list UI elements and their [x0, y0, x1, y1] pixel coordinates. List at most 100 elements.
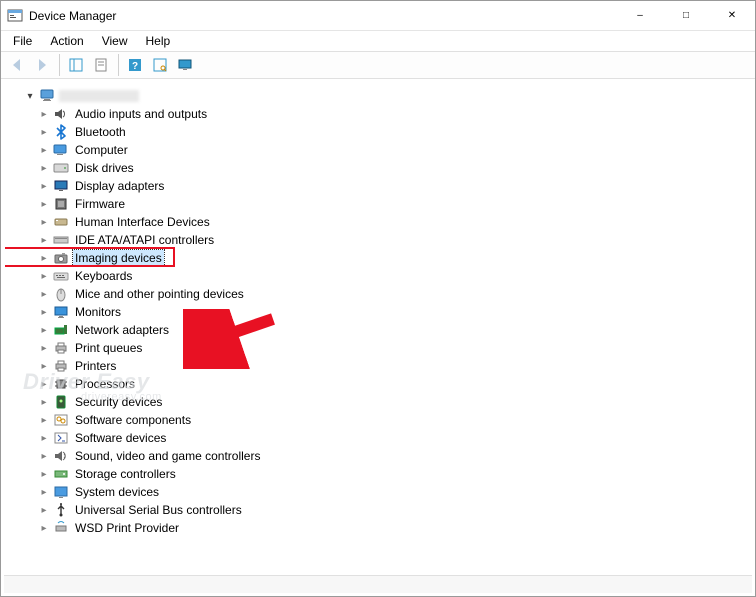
printer-icon — [53, 340, 69, 356]
mouse-icon — [53, 286, 69, 302]
security-icon — [53, 394, 69, 410]
expand-arrow-icon[interactable] — [37, 379, 51, 390]
tree-item-label: Keyboards — [73, 268, 134, 284]
toolbar-monitor-button[interactable] — [173, 54, 197, 76]
tree-item[interactable]: Disk drives — [9, 159, 751, 177]
tree-item[interactable]: WSD Print Provider — [9, 519, 751, 537]
expand-arrow-icon[interactable] — [37, 289, 51, 300]
softcomp-icon — [53, 412, 69, 428]
expand-arrow-icon[interactable] — [37, 307, 51, 318]
network-icon — [53, 322, 69, 338]
close-button[interactable]: ✕ — [709, 1, 755, 30]
menu-help[interactable]: Help — [138, 32, 179, 50]
tree-item-label: Firmware — [73, 196, 127, 212]
tree-item-label: Software devices — [73, 430, 168, 446]
expand-arrow-icon[interactable] — [23, 91, 37, 102]
display-icon — [53, 178, 69, 194]
printer-icon — [53, 358, 69, 374]
app-icon — [7, 8, 23, 24]
tree-item[interactable]: Computer — [9, 141, 751, 159]
softdev-icon — [53, 430, 69, 446]
expand-arrow-icon[interactable] — [37, 397, 51, 408]
status-bar — [4, 575, 752, 593]
tree-item-label: Print queues — [73, 340, 144, 356]
toolbar-tree-button[interactable] — [64, 54, 88, 76]
tree-item[interactable]: Monitors — [9, 303, 751, 321]
toolbar-help-button[interactable] — [123, 54, 147, 76]
minimize-button[interactable]: – — [617, 1, 663, 30]
menu-action[interactable]: Action — [42, 32, 91, 50]
toolbar-back-button[interactable] — [5, 54, 29, 76]
tree-item[interactable]: Display adapters — [9, 177, 751, 195]
expand-arrow-icon[interactable] — [37, 505, 51, 516]
toolbar-scan-button[interactable] — [148, 54, 172, 76]
expand-arrow-icon[interactable] — [37, 451, 51, 462]
expand-arrow-icon[interactable] — [37, 487, 51, 498]
tree-item[interactable]: Software devices — [9, 429, 751, 447]
device-tree-panel[interactable]: Audio inputs and outputsBluetoothCompute… — [5, 83, 751, 572]
tree-item[interactable]: Print queues — [9, 339, 751, 357]
hid-icon — [53, 214, 69, 230]
keyboard-icon — [53, 268, 69, 284]
tree-item[interactable]: Keyboards — [9, 267, 751, 285]
maximize-button[interactable]: □ — [663, 1, 709, 30]
tree-item[interactable]: Software components — [9, 411, 751, 429]
toolbar-forward-button[interactable] — [30, 54, 54, 76]
tree-item[interactable]: Bluetooth — [9, 123, 751, 141]
tree-item[interactable]: Firmware — [9, 195, 751, 213]
tree-item-label: Printers — [73, 358, 118, 374]
expand-arrow-icon[interactable] — [37, 325, 51, 336]
storage-icon — [53, 466, 69, 482]
expand-arrow-icon[interactable] — [37, 217, 51, 228]
tree-item-label: Monitors — [73, 304, 123, 320]
expand-arrow-icon[interactable] — [37, 415, 51, 426]
expand-arrow-icon[interactable] — [37, 109, 51, 120]
tree-item-label: Mice and other pointing devices — [73, 286, 246, 302]
tree-item[interactable]: Mice and other pointing devices — [9, 285, 751, 303]
tree-item[interactable]: System devices — [9, 483, 751, 501]
tree-item[interactable]: Network adapters — [9, 321, 751, 339]
tree-root[interactable] — [9, 87, 751, 105]
expand-arrow-icon[interactable] — [37, 181, 51, 192]
expand-arrow-icon[interactable] — [37, 469, 51, 480]
expand-arrow-icon[interactable] — [37, 199, 51, 210]
expand-arrow-icon[interactable] — [37, 145, 51, 156]
tree-item[interactable]: Sound, video and game controllers — [9, 447, 751, 465]
sound-icon — [53, 448, 69, 464]
tree-item[interactable]: Universal Serial Bus controllers — [9, 501, 751, 519]
title-bar: Device Manager – □ ✕ — [1, 1, 755, 31]
tree-item[interactable]: Printers — [9, 357, 751, 375]
pc-icon — [39, 88, 55, 104]
ide-icon — [53, 232, 69, 248]
chip-icon — [53, 196, 69, 212]
tree-item-label: Security devices — [73, 394, 164, 410]
expand-arrow-icon[interactable] — [37, 523, 51, 534]
tree-item-label: Imaging devices — [73, 250, 164, 266]
tree-item[interactable]: Processors — [9, 375, 751, 393]
expand-arrow-icon[interactable] — [37, 271, 51, 282]
tree-item[interactable]: Storage controllers — [9, 465, 751, 483]
tree-item[interactable]: IDE ATA/ATAPI controllers — [9, 231, 751, 249]
disk-icon — [53, 160, 69, 176]
menu-file[interactable]: File — [5, 32, 40, 50]
tree-item-label: Audio inputs and outputs — [73, 106, 209, 122]
tree-item-label: Universal Serial Bus controllers — [73, 502, 244, 518]
expand-arrow-icon[interactable] — [37, 163, 51, 174]
menu-view[interactable]: View — [94, 32, 136, 50]
expand-arrow-icon[interactable] — [37, 343, 51, 354]
system-icon — [53, 484, 69, 500]
window-title: Device Manager — [29, 9, 116, 23]
tree-item[interactable]: Imaging devices — [9, 249, 751, 267]
tree-item-label: Sound, video and game controllers — [73, 448, 262, 464]
expand-arrow-icon[interactable] — [37, 433, 51, 444]
tree-item[interactable]: Human Interface Devices — [9, 213, 751, 231]
tree-item[interactable]: Audio inputs and outputs — [9, 105, 751, 123]
toolbar-properties-button[interactable] — [89, 54, 113, 76]
tree-item[interactable]: Security devices — [9, 393, 751, 411]
window-controls: – □ ✕ — [617, 1, 755, 30]
tree-item-label: IDE ATA/ATAPI controllers — [73, 232, 216, 248]
expand-arrow-icon[interactable] — [37, 253, 51, 264]
expand-arrow-icon[interactable] — [37, 235, 51, 246]
expand-arrow-icon[interactable] — [37, 127, 51, 138]
expand-arrow-icon[interactable] — [37, 361, 51, 372]
